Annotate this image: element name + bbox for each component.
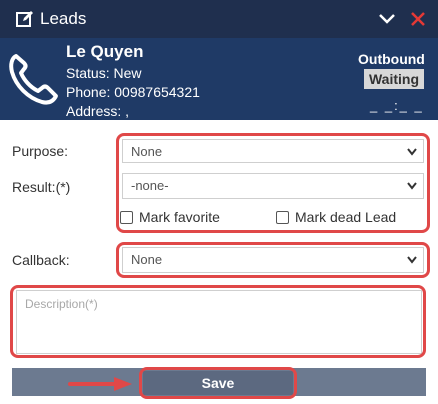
edit-icon <box>16 11 33 27</box>
caller-panel: Le Quyen Status: New Phone: 00987654321 … <box>0 38 438 120</box>
chevron-down-icon <box>407 148 417 156</box>
result-value: -none- <box>131 178 169 193</box>
mark-dead-lead-checkbox[interactable]: Mark dead Lead <box>276 209 396 225</box>
page-title: Leads <box>40 9 87 28</box>
chevron-down-icon <box>407 256 417 264</box>
call-direction: Outbound <box>358 51 425 67</box>
result-label: Result:(*) <box>12 179 71 195</box>
description-placeholder: Description(*) <box>25 297 98 311</box>
chevron-down-icon[interactable] <box>378 11 396 27</box>
close-icon[interactable] <box>410 11 426 27</box>
call-timer: _ _:_ _ <box>370 98 424 113</box>
description-field[interactable]: Description(*) <box>16 290 422 354</box>
callback-select[interactable]: None <box>122 247 424 273</box>
save-button[interactable]: Save <box>143 371 293 395</box>
call-state-badge: Waiting <box>364 69 424 89</box>
caller-phone: Phone: 00987654321 <box>66 84 200 100</box>
callback-label: Callback: <box>12 252 70 268</box>
arrow-right-icon <box>68 377 132 391</box>
caller-address: Address: , <box>66 103 130 119</box>
purpose-label: Purpose: <box>12 143 69 159</box>
callback-value: None <box>131 252 163 267</box>
checkbox-box[interactable] <box>276 210 289 224</box>
chevron-down-icon <box>407 182 417 190</box>
result-select[interactable]: -none- <box>122 173 424 199</box>
phone-icon <box>9 54 58 105</box>
mark-favorite-label: Mark favorite <box>139 209 220 225</box>
purpose-value: None <box>131 144 163 159</box>
checkbox-box[interactable] <box>120 210 133 224</box>
leads-header: Leads <box>0 0 438 38</box>
caller-name: Le Quyen <box>66 42 144 61</box>
mark-favorite-checkbox[interactable]: Mark favorite <box>120 209 220 225</box>
mark-dead-lead-label: Mark dead Lead <box>295 209 397 225</box>
caller-status: Status: New <box>66 65 142 81</box>
purpose-select[interactable]: None <box>122 139 424 163</box>
